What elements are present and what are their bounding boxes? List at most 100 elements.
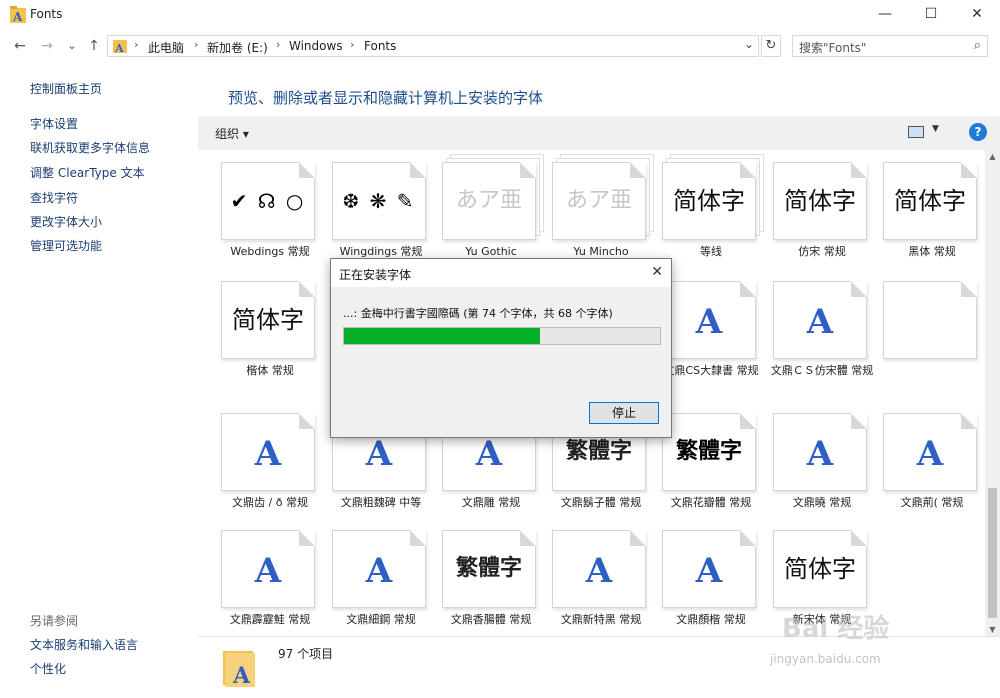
font-tile[interactable]: A 文鼎霹靂鮭 常规 bbox=[215, 520, 325, 636]
font-name-label: 文鼎細鋼 常规 bbox=[346, 613, 416, 626]
font-preview-page: 繁體字 bbox=[442, 530, 536, 608]
font-tile[interactable]: 简体字 新宋体 常规 bbox=[767, 520, 877, 636]
font-tile[interactable]: 简体字 楷体 常规 bbox=[215, 271, 325, 389]
refresh-button[interactable]: ↻ bbox=[761, 35, 781, 57]
font-preview-glyph: 简体字 bbox=[784, 555, 856, 583]
address-bar[interactable]: A › 此电脑 › 新加卷 (E:) › Windows › Fonts ⌄ bbox=[107, 35, 759, 57]
details-pane: A 97 个项目 bbox=[198, 636, 1000, 698]
font-tile[interactable]: ✔ ☊ ○ Webdings 常规 bbox=[215, 152, 325, 270]
maximize-button[interactable]: ☐ bbox=[908, 0, 954, 30]
sidebar-change-font-size[interactable]: 更改字体大小 bbox=[30, 213, 102, 230]
address-dropdown-icon[interactable]: ⌄ bbox=[744, 37, 754, 51]
breadcrumb-fonts[interactable]: Fonts bbox=[364, 39, 396, 53]
address-row: ← → ⌄ ↑ A › 此电脑 › 新加卷 (E:) › Windows › F… bbox=[0, 31, 1000, 61]
font-preview-glyph: あア亜 bbox=[565, 188, 632, 213]
sidebar-find-character[interactable]: 查找字符 bbox=[30, 189, 78, 206]
font-preview-glyph: 简体字 bbox=[232, 306, 304, 334]
breadcrumb-this-pc[interactable]: 此电脑 bbox=[148, 39, 184, 56]
font-tile[interactable]: あア亜 Yu Mincho bbox=[546, 152, 656, 270]
sidebar-get-more-fonts[interactable]: 联机获取更多字体信息 bbox=[30, 139, 150, 156]
font-name-label: 文鼎霹靂鮭 常规 bbox=[229, 613, 311, 626]
font-preview-glyph: 简体字 bbox=[784, 187, 856, 215]
font-tile[interactable]: A 文鼎齿 / ð 常规 bbox=[215, 403, 325, 521]
sidebar-cleartype[interactable]: 调整 ClearType 文本 bbox=[30, 164, 145, 181]
sidebar-manage-optional-features[interactable]: 管理可选功能 bbox=[30, 237, 102, 254]
stop-button[interactable]: 停止 bbox=[589, 402, 659, 424]
font-tile[interactable]: A 文鼎細鋼 常规 bbox=[326, 520, 436, 636]
font-preview-page: A bbox=[662, 530, 756, 608]
font-preview-glyph: A bbox=[585, 551, 613, 591]
sidebar-font-settings[interactable]: 字体设置 bbox=[30, 115, 78, 132]
font-preview-glyph: A bbox=[254, 551, 282, 591]
font-tile[interactable]: 繁體字 文鼎花瓣體 常规 bbox=[656, 403, 766, 521]
close-button[interactable]: ✕ bbox=[954, 0, 1000, 30]
font-preview-page: 简体字 bbox=[773, 530, 867, 608]
font-preview-glyph: 简体字 bbox=[894, 187, 966, 215]
font-tile[interactable]: A 文鼎ＣＳ仿宋體 常规 bbox=[767, 271, 877, 389]
vertical-scrollbar[interactable]: ▲ ▼ bbox=[985, 150, 1000, 636]
up-button[interactable]: ↑ bbox=[84, 35, 104, 57]
font-tile[interactable]: A 文鼎新特黑 常规 bbox=[546, 520, 656, 636]
chevron-right-icon: › bbox=[134, 38, 139, 51]
font-tile[interactable]: あア亜 Yu Gothic bbox=[436, 152, 546, 270]
dialog-close-button[interactable]: ✕ bbox=[651, 264, 663, 280]
scroll-down-icon[interactable]: ▼ bbox=[985, 625, 1000, 634]
font-name-label: 文鼎新特黑 常规 bbox=[560, 613, 642, 626]
command-bar: 组织 ▾ ▼ ? bbox=[198, 116, 1000, 150]
font-preview-glyph: あア亜 bbox=[455, 188, 522, 213]
font-preview-page: 简体字 bbox=[773, 162, 867, 240]
font-tile[interactable]: A 文鼎顏楷 常规 bbox=[656, 520, 766, 636]
view-dropdown-icon[interactable]: ▼ bbox=[932, 124, 939, 134]
font-name-label: 文鼎花瓣體 常规 bbox=[670, 496, 752, 509]
font-preview-page: あア亜 bbox=[552, 162, 646, 240]
font-name-label: 文鼎鬍子體 常规 bbox=[560, 496, 642, 509]
help-icon[interactable]: ? bbox=[969, 123, 987, 141]
font-name-label: 楷体 常规 bbox=[246, 364, 294, 377]
install-progress-bar bbox=[343, 327, 661, 345]
search-icon[interactable]: ⌕ bbox=[974, 38, 981, 53]
font-preview-page: 简体字 bbox=[221, 281, 315, 359]
font-tile[interactable]: A 文鼎CS大隸書 常规 bbox=[656, 271, 766, 389]
scrollbar-thumb[interactable] bbox=[988, 488, 997, 618]
font-name-label: 文鼎荊( 常规 bbox=[900, 496, 964, 509]
sidebar-control-panel-home[interactable]: 控制面板主页 bbox=[30, 80, 102, 97]
see-also-title: 另请参阅 bbox=[30, 614, 79, 628]
fonts-folder-icon: A bbox=[113, 40, 127, 54]
font-preview-page: A bbox=[662, 281, 756, 359]
font-tile[interactable]: A 文鼎曉 常规 bbox=[767, 403, 877, 521]
chevron-right-icon: › bbox=[194, 38, 199, 51]
back-button[interactable]: ← bbox=[10, 35, 30, 57]
view-icon[interactable] bbox=[908, 126, 924, 138]
sidebar-personalization[interactable]: 个性化 bbox=[30, 660, 66, 677]
font-preview-page: A bbox=[332, 530, 426, 608]
font-tile[interactable]: ❆ ❋ ✎ Wingdings 常规 bbox=[326, 152, 436, 270]
font-tile[interactable] bbox=[877, 271, 985, 389]
font-preview-page: 简体字 bbox=[883, 162, 977, 240]
sidebar-text-services[interactable]: 文本服务和输入语言 bbox=[30, 636, 138, 653]
fonts-folder-icon: A bbox=[10, 6, 26, 24]
chevron-right-icon: › bbox=[350, 38, 355, 51]
breadcrumb-drive-e[interactable]: 新加卷 (E:) bbox=[207, 39, 268, 56]
font-name-label: Yu Mincho bbox=[573, 245, 629, 258]
minimize-button[interactable]: — bbox=[862, 0, 908, 30]
font-tile[interactable]: 简体字 等线 bbox=[656, 152, 766, 270]
forward-button[interactable]: → bbox=[37, 35, 57, 57]
font-tile[interactable]: A 文鼎荊( 常规 bbox=[877, 403, 985, 521]
recent-locations-button[interactable]: ⌄ bbox=[62, 35, 82, 57]
progress-fill bbox=[344, 328, 540, 344]
font-name-label: 文鼎粗魏碑 中等 bbox=[340, 496, 422, 509]
install-status-text: ...: 金梅中行書字國際碼 (第 74 个字体，共 68 个字体) bbox=[343, 307, 613, 320]
font-preview-glyph: A bbox=[916, 434, 944, 474]
font-name-label: 文鼎ＣＳ仿宋體 常规 bbox=[770, 364, 874, 377]
font-tile[interactable]: 简体字 仿宋 常规 bbox=[767, 152, 877, 270]
font-name-label: 文鼎雕 常规 bbox=[461, 496, 521, 509]
search-box[interactable]: 搜索"Fonts" ⌕ bbox=[792, 35, 988, 57]
search-placeholder: 搜索"Fonts" bbox=[799, 41, 867, 55]
scroll-up-icon[interactable]: ▲ bbox=[985, 152, 1000, 161]
font-name-label: Webdings 常规 bbox=[230, 245, 310, 258]
breadcrumb-windows[interactable]: Windows bbox=[289, 39, 343, 53]
font-preview-page: A bbox=[221, 413, 315, 491]
font-tile[interactable]: 简体字 黑体 常规 bbox=[877, 152, 985, 270]
organize-button[interactable]: 组织 ▾ bbox=[215, 125, 249, 142]
font-tile[interactable]: 繁體字 文鼎香腸體 常规 bbox=[436, 520, 546, 636]
